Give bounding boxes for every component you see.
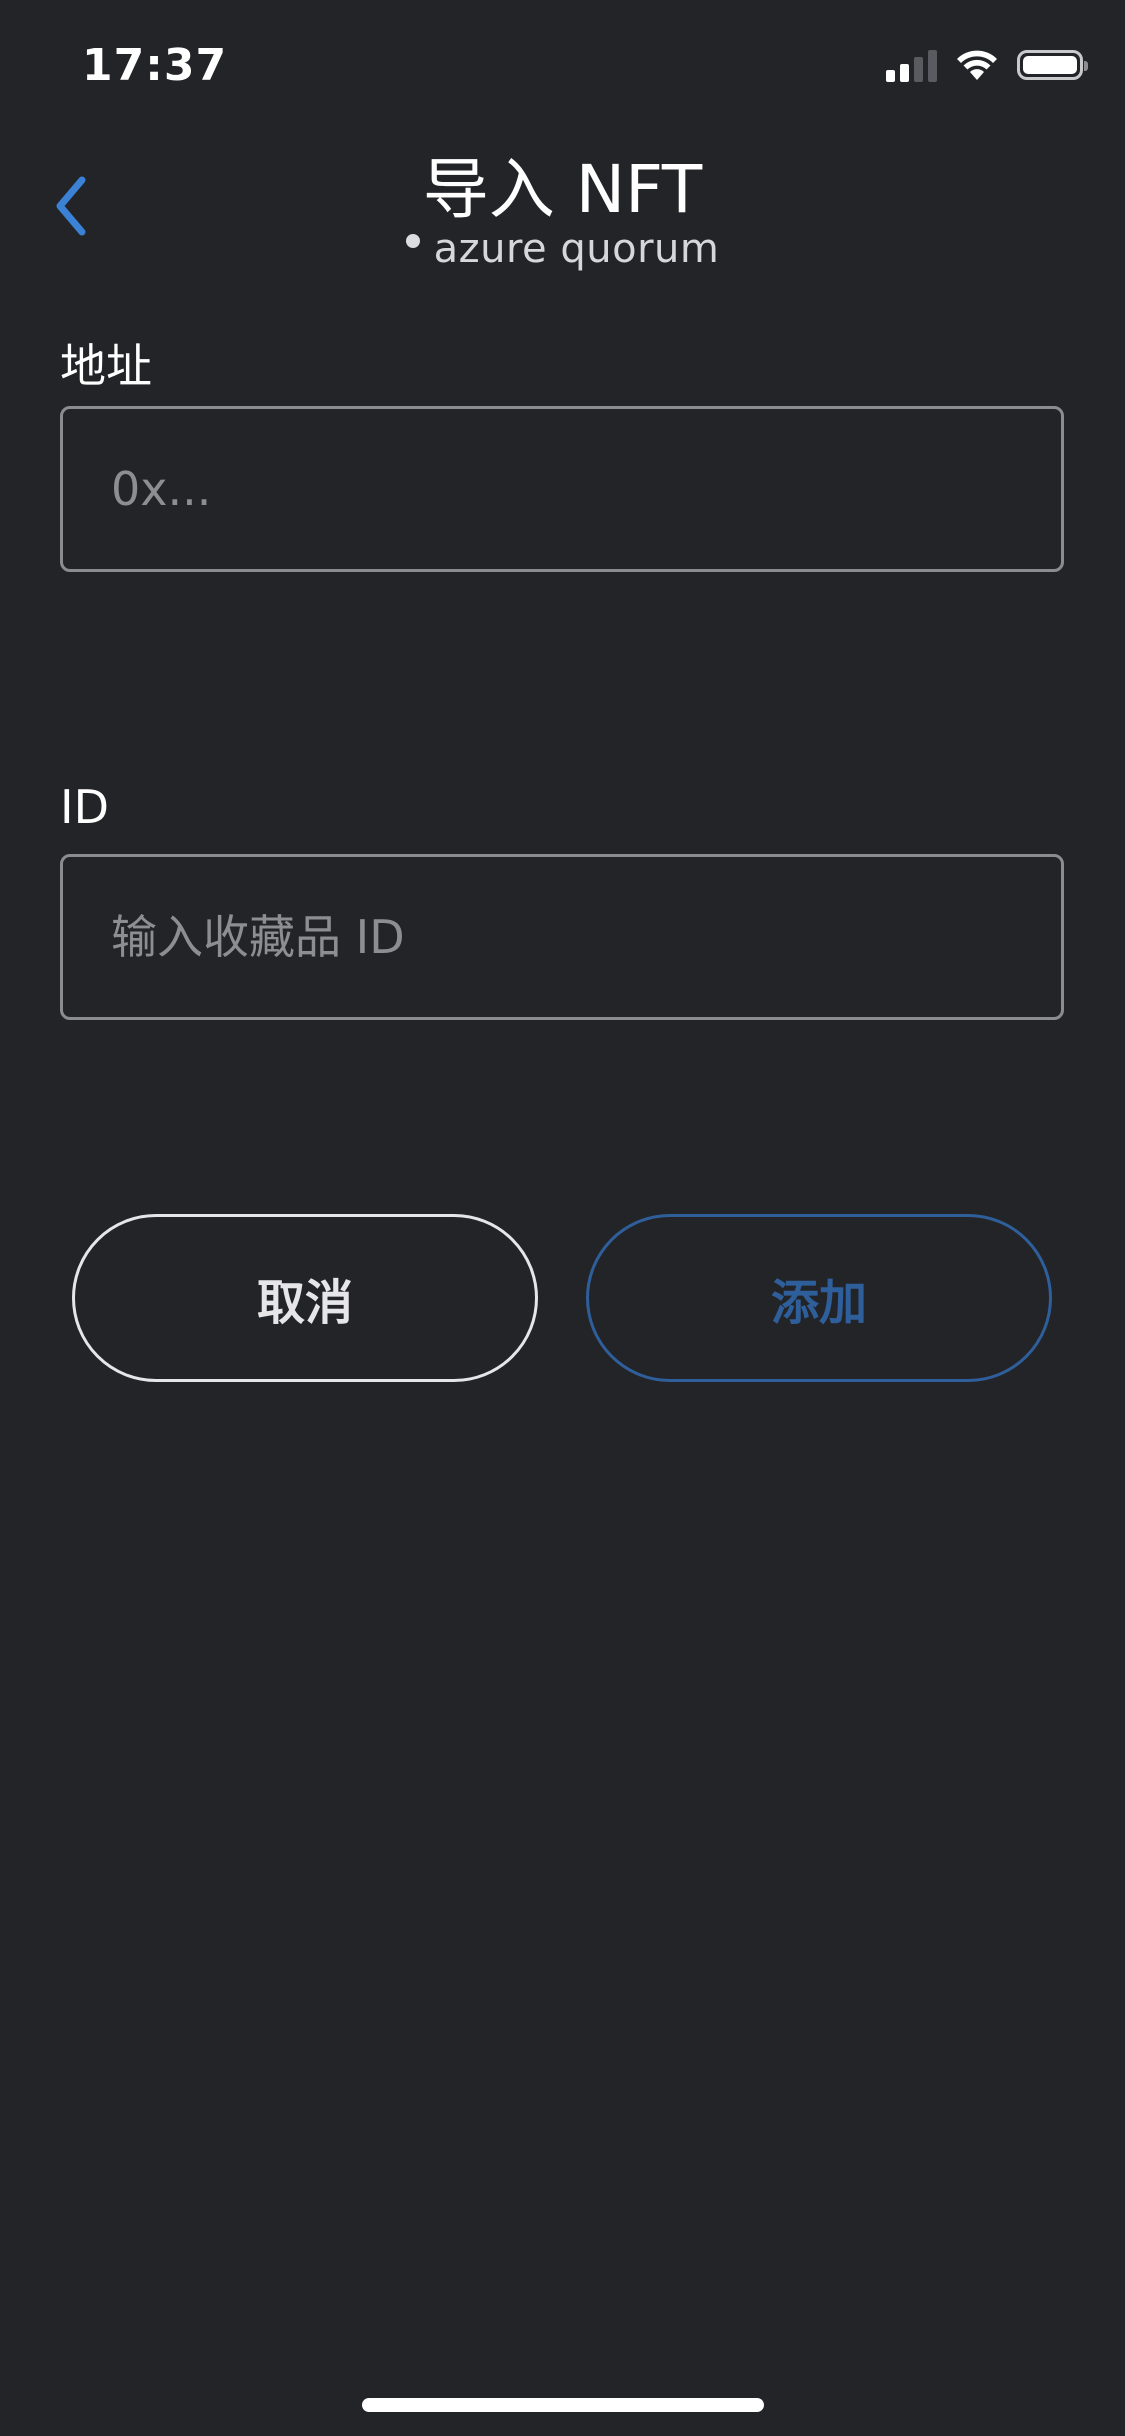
status-icons bbox=[886, 48, 1088, 82]
cancel-button[interactable]: 取消 bbox=[72, 1214, 538, 1382]
network-indicator: azure quorum bbox=[0, 226, 1125, 272]
address-label: 地址 bbox=[60, 339, 152, 393]
status-time: 17:37 bbox=[82, 40, 228, 91]
network-name: azure quorum bbox=[433, 226, 720, 272]
token-id-input[interactable] bbox=[60, 854, 1064, 1020]
page-title: 导入 NFT bbox=[422, 151, 703, 228]
home-indicator[interactable] bbox=[362, 2398, 764, 2412]
network-status-dot bbox=[405, 234, 420, 248]
add-button-label: 添加 bbox=[770, 1275, 867, 1331]
status-bar: 17:37 bbox=[0, 0, 1125, 140]
token-id-label: ID bbox=[60, 780, 109, 834]
cancel-button-label: 取消 bbox=[256, 1275, 353, 1331]
cellular-signal-icon bbox=[886, 48, 937, 82]
address-input[interactable] bbox=[60, 406, 1064, 572]
add-button[interactable]: 添加 bbox=[586, 1214, 1052, 1382]
battery-icon bbox=[1017, 50, 1088, 80]
wifi-icon bbox=[957, 50, 997, 80]
